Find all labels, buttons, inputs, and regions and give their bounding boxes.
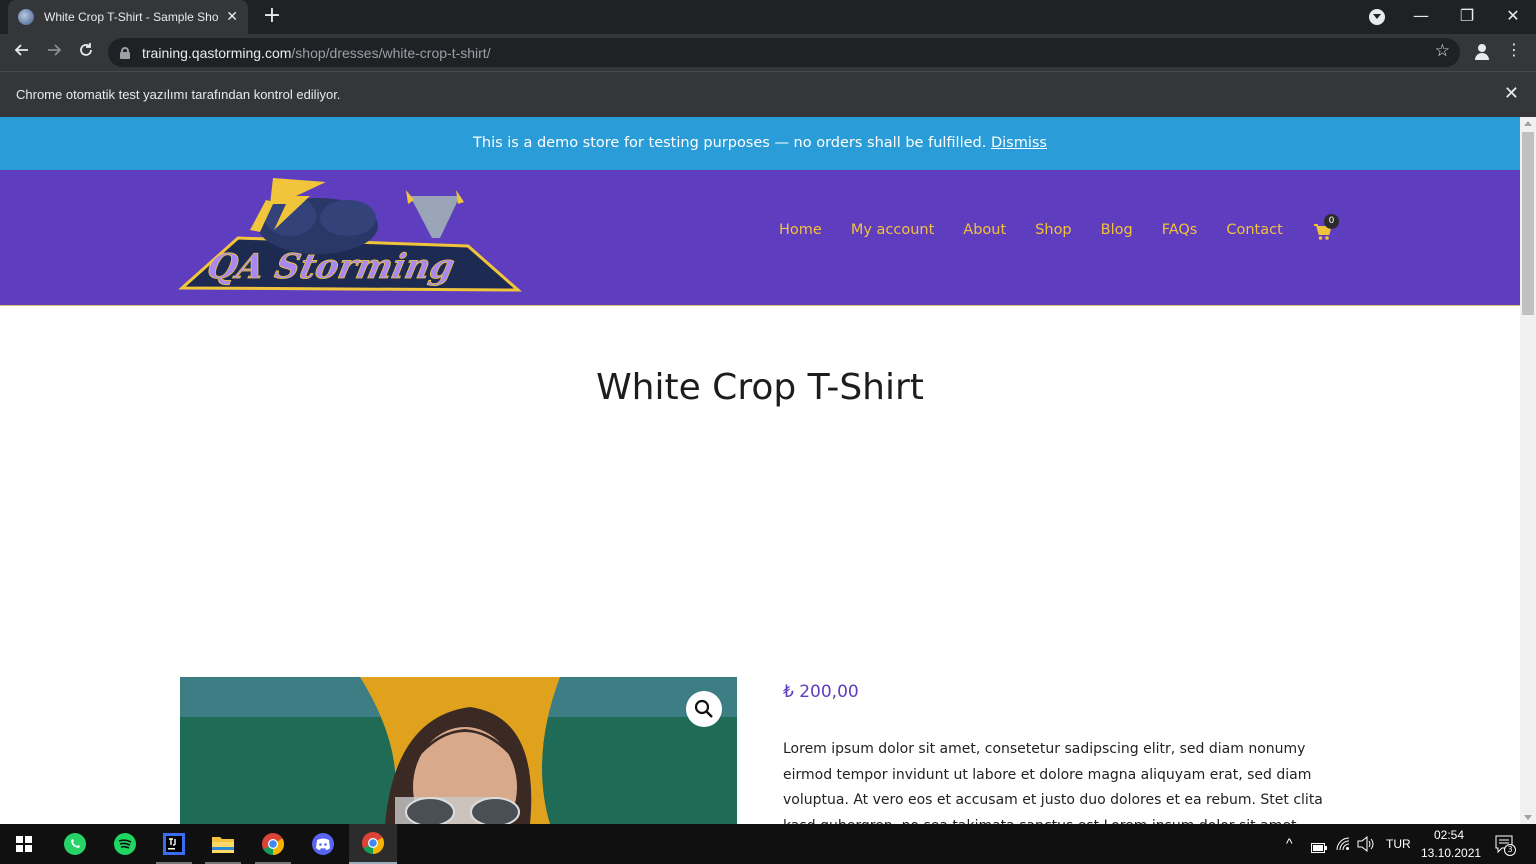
speaker-icon[interactable] [1357, 835, 1375, 856]
tray-chevron-up-icon[interactable]: ^ [1286, 835, 1293, 851]
notification-center-icon[interactable]: 3 [1494, 834, 1516, 860]
new-tab-button[interactable]: + [260, 4, 284, 28]
reload-icon[interactable] [73, 40, 99, 66]
windows-taskbar: ^ TUR 02:54 13.10.2021 3 [0, 824, 1536, 864]
chrome-active-icon[interactable] [349, 824, 397, 864]
nav-contact[interactable]: Contact [1226, 222, 1282, 238]
product-image[interactable] [180, 677, 737, 824]
logo-text: QA Storming [204, 247, 458, 287]
clock-time[interactable]: 02:54 [1434, 828, 1464, 842]
file-explorer-icon[interactable] [199, 824, 247, 864]
discord-icon[interactable] [299, 824, 347, 864]
back-arrow-icon[interactable] [9, 40, 35, 66]
whatsapp-icon[interactable] [51, 824, 99, 864]
browser-toolbar: training.qastorming.com/shop/dresses/whi… [0, 34, 1536, 71]
chrome-icon[interactable] [249, 824, 297, 864]
nav-about[interactable]: About [963, 222, 1006, 238]
close-window-button[interactable]: ✕ [1490, 0, 1536, 34]
automation-infobar: Chrome otomatik test yazılımı tarafından… [0, 71, 1536, 117]
dismiss-link[interactable]: Dismiss [991, 135, 1047, 151]
language-indicator[interactable]: TUR [1386, 837, 1411, 851]
nav-faqs[interactable]: FAQs [1162, 222, 1198, 238]
infobar-close-icon[interactable]: ✕ [1504, 83, 1519, 104]
intellij-icon[interactable] [150, 824, 198, 864]
nav-my-account[interactable]: My account [851, 222, 934, 238]
profile-icon[interactable] [1472, 42, 1492, 62]
page-viewport: This is a demo store for testing purpose… [0, 117, 1520, 824]
spotify-icon[interactable] [101, 824, 149, 864]
restore-button[interactable]: ❐ [1444, 0, 1490, 34]
product-title: White Crop T-Shirt [596, 367, 924, 408]
tab-search-icon[interactable] [1369, 9, 1385, 25]
url-path: /shop/dresses/white-crop-t-shirt/ [291, 44, 491, 61]
clock-date[interactable]: 13.10.2021 [1421, 846, 1481, 860]
product-price: ₺ 200,00 [783, 682, 859, 702]
demo-notice-text: This is a demo store for testing purpose… [473, 135, 987, 151]
product-description: Lorem ipsum dolor sit amet, consetetur s… [783, 741, 1323, 824]
scroll-up-arrow-icon[interactable] [1524, 121, 1532, 126]
bookmark-star-icon[interactable]: ☆ [1435, 41, 1450, 61]
minimize-button[interactable]: — [1398, 0, 1444, 34]
site-favicon-icon [18, 9, 34, 25]
zoom-image-button[interactable] [686, 691, 722, 727]
scroll-down-arrow-icon[interactable] [1524, 815, 1532, 820]
browser-tab[interactable]: White Crop T-Shirt - Sample Shop ✕ [8, 0, 248, 34]
site-logo[interactable]: QA Storming [178, 172, 523, 296]
lock-icon[interactable] [120, 46, 130, 59]
forward-arrow-icon[interactable] [41, 40, 67, 66]
cart-count-badge: 0 [1324, 214, 1339, 229]
address-bar[interactable]: training.qastorming.com/shop/dresses/whi… [108, 38, 1460, 67]
site-header: QA Storming Home My account About Shop B… [0, 170, 1520, 306]
tab-close-icon[interactable]: ✕ [226, 9, 238, 25]
demo-store-notice: This is a demo store for testing purpose… [0, 117, 1520, 170]
nav-blog[interactable]: Blog [1101, 222, 1133, 238]
menu-kebab-icon[interactable]: ⋮ [1504, 40, 1524, 59]
nav-shop[interactable]: Shop [1035, 222, 1071, 238]
browser-tab-bar: White Crop T-Shirt - Sample Shop ✕ + — ❐… [0, 0, 1536, 34]
wifi-icon[interactable] [1336, 836, 1350, 855]
tab-title: White Crop T-Shirt - Sample Shop [44, 10, 219, 24]
main-nav: Home My account About Shop Blog FAQs Con… [779, 222, 1312, 238]
infobar-text: Chrome otomatik test yazılımı tarafından… [16, 87, 341, 102]
page-scrollbar[interactable] [1520, 117, 1536, 824]
battery-icon[interactable] [1311, 838, 1327, 857]
notification-count-badge: 3 [1504, 844, 1516, 856]
magnifier-icon [694, 699, 713, 718]
url-host: training.qastorming.com [142, 44, 292, 61]
windows-start-icon[interactable] [0, 824, 48, 864]
nav-home[interactable]: Home [779, 222, 822, 238]
scroll-thumb[interactable] [1522, 132, 1534, 315]
